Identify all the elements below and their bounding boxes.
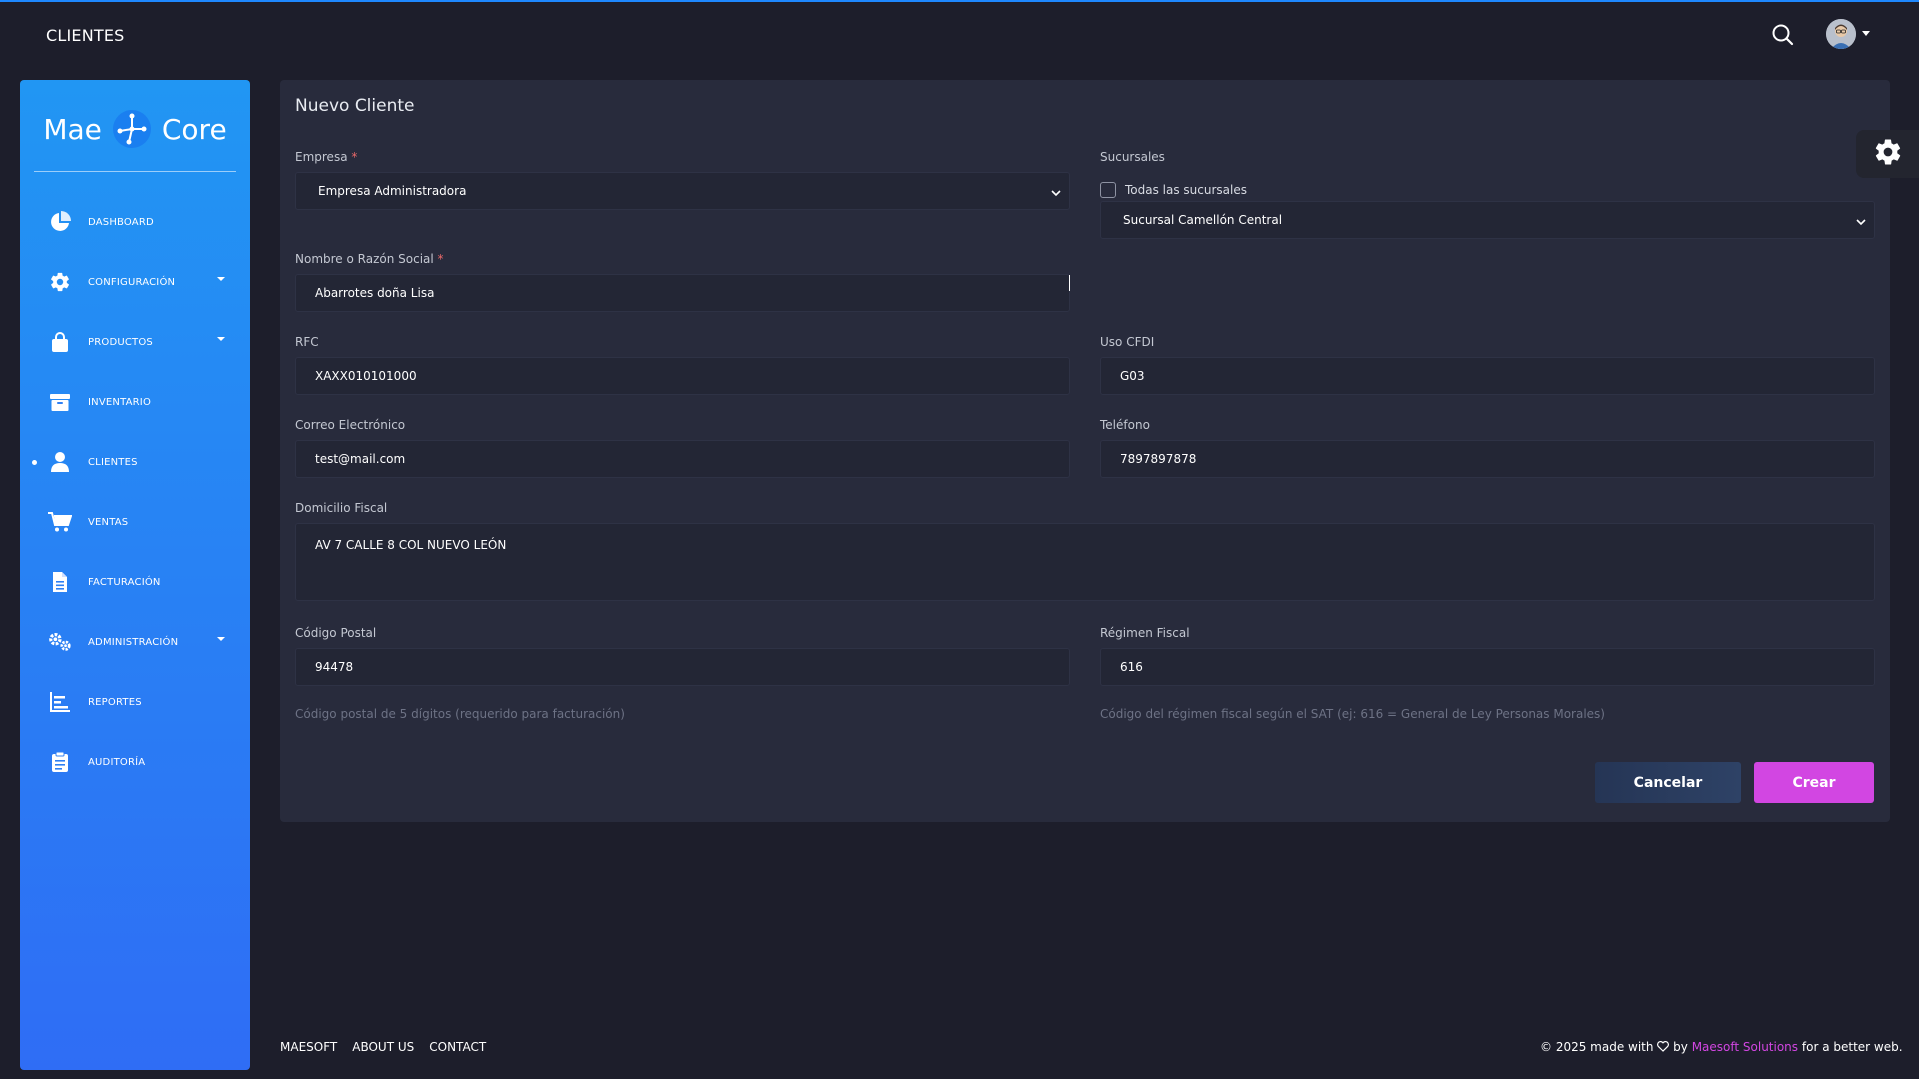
sidebar-item-label: PRODUCTOS [88,336,153,348]
clipboard-icon [48,750,72,774]
sidebar-item-label: FACTURACIÓN [88,576,161,588]
empresa-select[interactable]: Empresa Administradora [295,172,1070,210]
footer-link-contact[interactable]: CONTACT [429,1040,486,1054]
uso-cfdi-input[interactable]: G03 [1100,357,1875,395]
sidebar-item-facturacion[interactable]: FACTURACIÓN [20,552,250,612]
domicilio-label: Domicilio Fiscal [295,501,388,515]
telefono-input[interactable]: 7897897878 [1100,440,1875,478]
required-mark: * [437,252,444,266]
regimen-label: Régimen Fiscal [1100,626,1190,640]
footer-link-about-us[interactable]: ABOUT US [352,1040,414,1054]
avatar-chevron-down-icon[interactable] [1862,31,1870,36]
correo-label: Correo Electrónico [295,418,406,432]
chevron-down-icon [1051,187,1061,197]
todas-sucursales-checkbox[interactable] [1100,182,1116,198]
brand-text-right: Core [161,112,227,146]
regimen-input[interactable]: 616 [1100,648,1875,686]
chevron-down-icon [1856,216,1866,226]
uso-cfdi-label: Uso CFDI [1100,335,1155,349]
cancel-button[interactable]: Cancelar [1595,762,1741,803]
shopping-bag-icon [48,330,72,354]
telefono-label: Teléfono [1100,418,1150,432]
bar-chart-icon [48,690,72,714]
sidebar-nav: DASHBOARD CONFIGURACIÓN PRODUCTOS INVENT… [20,192,250,792]
sidebar-item-label: INVENTARIO [88,396,152,408]
sidebar-item-administracion[interactable]: ADMINISTRACIÓN [20,612,250,672]
pie-chart-icon [48,210,72,234]
codigo-postal-hint: Código postal de 5 dígitos (requerido pa… [295,707,625,721]
sidebar-item-label: REPORTES [88,696,142,708]
brand-text-left: Mae [43,112,102,146]
footer-copyright: © 2025 made with by Maesoft Solutions fo… [1540,1040,1903,1054]
gear-icon [48,270,72,294]
text-cursor [1069,275,1070,291]
active-indicator-dot [32,460,37,465]
network-logo-icon [112,109,152,149]
cart-icon [48,510,72,534]
sucursales-label: Sucursales [1100,150,1165,164]
sidebar-item-configuracion[interactable]: CONFIGURACIÓN [20,252,250,312]
form-title: Nuevo Cliente [295,96,415,116]
search-icon[interactable] [1770,22,1796,48]
chevron-down-icon[interactable] [217,337,225,341]
sucursal-select[interactable]: Sucursal Camellón Central [1100,201,1875,239]
rfc-label: RFC [295,335,319,349]
sidebar-item-label: AUDITORÍA [88,756,146,768]
settings-gear-button[interactable] [1856,130,1919,178]
sidebar: Mae Core DASHBOARD CONFIGURACIÓN PRODUCT… [20,80,250,1070]
sidebar-item-label: ADMINISTRACIÓN [88,636,179,648]
sidebar-item-dashboard[interactable]: DASHBOARD [20,192,250,252]
sidebar-item-reportes[interactable]: REPORTES [20,672,250,732]
sidebar-item-ventas[interactable]: VENTAS [20,492,250,552]
top-accent-line [0,0,1919,2]
avatar[interactable] [1826,19,1856,49]
sidebar-item-inventario[interactable]: INVENTARIO [20,372,250,432]
nombre-label: Nombre o Razón Social * [295,252,444,266]
sidebar-item-label: CLIENTES [88,456,138,468]
sidebar-item-label: DASHBOARD [88,216,154,228]
sidebar-divider [34,171,236,172]
brand-logo[interactable]: Mae Core [20,106,250,152]
codigo-postal-input[interactable]: 94478 [295,648,1070,686]
footer-link-maesoft[interactable]: MAESOFT [280,1040,337,1054]
required-mark: * [351,150,358,164]
sidebar-item-clientes[interactable]: CLIENTES [20,432,250,492]
empresa-label: Empresa * [295,150,358,164]
gears-icon [48,630,72,654]
codigo-postal-label: Código Postal [295,626,377,640]
domicilio-textarea[interactable]: AV 7 CALLE 8 COL NUEVO LEÓN [295,523,1875,601]
gear-icon [1873,137,1903,171]
chevron-down-icon[interactable] [217,277,225,281]
file-icon [48,570,72,594]
user-icon [48,450,72,474]
regimen-hint: Código del régimen fiscal según el SAT (… [1100,707,1605,721]
sidebar-item-label: CONFIGURACIÓN [88,276,176,288]
archive-box-icon [48,390,72,414]
page-title: CLIENTES [46,26,125,45]
heart-icon [1657,1040,1670,1052]
create-button[interactable]: Crear [1754,762,1874,803]
chevron-down-icon[interactable] [217,637,225,641]
email-field[interactable]: test@mail.com [295,440,1070,478]
sidebar-item-auditoria[interactable]: AUDITORÍA [20,732,250,792]
sidebar-item-productos[interactable]: PRODUCTOS [20,312,250,372]
rfc-input[interactable]: XAXX010101000 [295,357,1070,395]
nombre-input[interactable]: Abarrotes doña Lisa [295,274,1070,312]
todas-sucursales-label: Todas las sucursales [1125,183,1247,197]
new-client-form-card: Nuevo Cliente Empresa * Empresa Administ… [280,80,1890,822]
footer-brand-link[interactable]: Maesoft Solutions [1692,1040,1798,1054]
sidebar-item-label: VENTAS [88,516,129,528]
footer-links: MAESOFT ABOUT US CONTACT [280,1040,486,1054]
